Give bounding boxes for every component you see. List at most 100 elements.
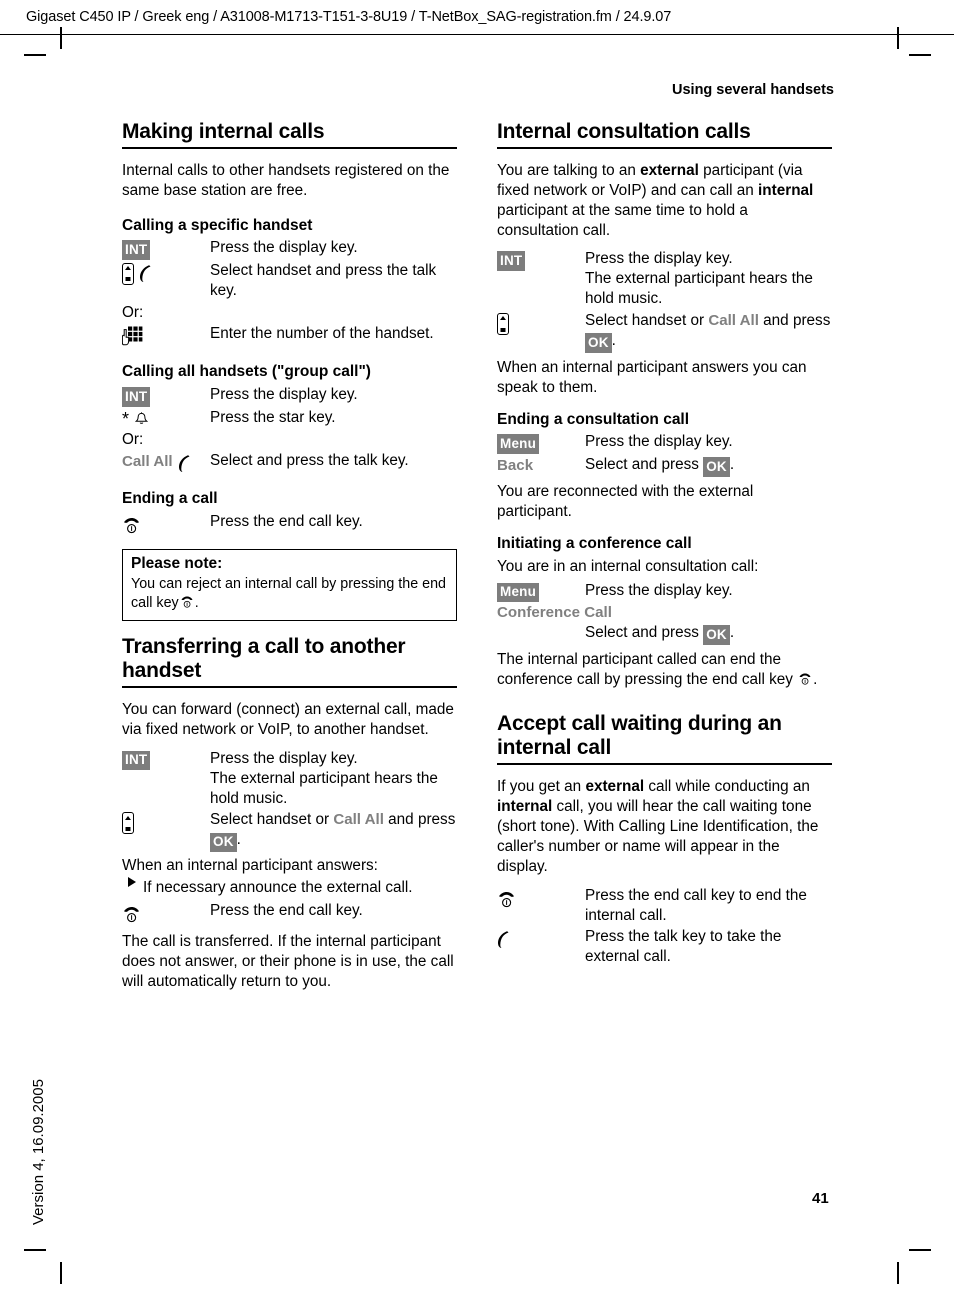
- soft-key-conference-call[interactable]: Conference Call: [497, 604, 612, 621]
- handset-icon: [122, 262, 134, 285]
- heading-transferring-a-call: Transferring a call to another handset: [122, 635, 406, 683]
- note-title: Please note:: [131, 554, 223, 572]
- intro-part-3: participant at the same time to hold a c…: [497, 201, 748, 239]
- please-note-box: Please note: You can reject an internal …: [122, 548, 457, 622]
- key-cell: Call All: [122, 451, 210, 474]
- display-key-ok-badge[interactable]: OK: [210, 832, 237, 853]
- end-call-key-icon: [497, 890, 516, 909]
- step-text-after: .: [729, 623, 735, 641]
- heading-accept-call-waiting: Accept call waiting during an internal c…: [497, 712, 782, 760]
- side-version-note: Version 4, 16.09.2005: [30, 1079, 47, 1225]
- conference-after-text: The internal participant called can end …: [497, 650, 793, 688]
- step-row-transfer-int: INT Press the display key. The external …: [122, 749, 457, 809]
- step-description: Select handset or Call All and press OK.: [210, 810, 457, 853]
- key-cell: Menu: [497, 581, 585, 603]
- key-cell: Menu: [497, 432, 585, 454]
- step-text-after: .: [729, 455, 735, 473]
- transferring-title-rule: [122, 686, 457, 689]
- bell-icon: [135, 411, 149, 426]
- step-text-after: .: [236, 831, 241, 849]
- step-description: Press the star key.: [210, 408, 336, 426]
- step-text-mid: and press: [763, 312, 831, 330]
- header-rule: [0, 34, 954, 35]
- key-cell: [497, 623, 585, 624]
- crop-mark-bottom-left-horizontal: [24, 1249, 46, 1251]
- intro-emphasis-external: external: [640, 161, 699, 179]
- heading-internal-consultation-calls: Internal consultation calls: [497, 120, 751, 143]
- crop-mark-top-right-vertical: [897, 27, 899, 49]
- step-description-line2: The external participant hears the hold …: [210, 769, 438, 807]
- step-description: Press the talk key to take the external …: [585, 928, 782, 966]
- step-description: Select and press OK.: [585, 623, 832, 645]
- star-key-icon: *: [122, 408, 130, 429]
- step-row-consult-int: INT Press the display key. The external …: [497, 249, 832, 309]
- consultation-after-paragraph: When an internal participant answers you…: [497, 358, 807, 396]
- step-text-before: Select and press: [585, 455, 699, 473]
- display-key-ok-badge[interactable]: OK: [703, 457, 730, 477]
- step-row-star-key: * Press the star key.: [122, 408, 457, 428]
- step-description-line2: The external participant hears the hold …: [585, 270, 813, 308]
- key-cell: Back: [497, 455, 585, 476]
- step-row-transfer-end-call: Press the end call key.: [122, 901, 457, 924]
- key-cell: [122, 324, 210, 347]
- step-description: Select and press OK.: [585, 455, 832, 477]
- step-description: Select and press the talk key.: [210, 452, 409, 470]
- step-row-ending-back: Back Select and press OK.: [497, 455, 832, 477]
- end-call-key-icon: [122, 516, 141, 535]
- page-title: Making internal calls: [122, 120, 325, 143]
- soft-key-call-all[interactable]: Call All: [122, 452, 173, 472]
- step-description: Press the end call key to end the intern…: [585, 886, 807, 924]
- display-key-int-badge[interactable]: INT: [497, 251, 526, 271]
- soft-key-call-all[interactable]: Call All: [708, 312, 759, 329]
- step-description: Press the display key. The external part…: [585, 249, 832, 309]
- document-slug: Gigaset C450 IP / Greek eng / A31008-M17…: [26, 9, 672, 25]
- bullet-announce-external-call: If necessary announce the external call.: [128, 877, 457, 898]
- key-cell: INT: [122, 749, 210, 771]
- display-key-int-badge[interactable]: INT: [122, 240, 151, 260]
- transfer-closing-paragraph: The call is transferred. If the internal…: [122, 933, 454, 990]
- running-head: Using several handsets: [672, 82, 834, 98]
- bullet-text: If necessary announce the external call.: [143, 879, 413, 897]
- display-key-menu-badge[interactable]: Menu: [497, 582, 540, 603]
- intro-paragraph: Internal calls to other handsets registe…: [122, 161, 450, 199]
- display-key-ok-badge[interactable]: OK: [585, 333, 612, 353]
- step-text-before: Select and press: [585, 623, 699, 641]
- display-key-menu-badge[interactable]: Menu: [497, 434, 540, 454]
- key-cell: INT: [122, 238, 210, 260]
- heading-calling-specific-handset: Calling a specific handset: [122, 216, 313, 234]
- display-key-ok-badge[interactable]: OK: [703, 625, 730, 645]
- display-key-int-badge[interactable]: INT: [122, 387, 151, 407]
- consultation-title-rule: [497, 146, 832, 149]
- crop-mark-bottom-right-horizontal: [909, 1249, 931, 1251]
- ending-after-paragraph: You are reconnected with the external pa…: [497, 483, 754, 521]
- talk-key-icon: [139, 264, 154, 284]
- step-description: Press the display key.: [585, 581, 733, 599]
- step-description: Select handset and press the talk key.: [210, 261, 437, 299]
- step-description: Select handset or Call All and press OK.: [585, 311, 832, 353]
- soft-key-call-all[interactable]: Call All: [333, 811, 384, 828]
- step-row-transfer-select-handset: Select handset or Call All and press OK.: [122, 810, 457, 853]
- end-call-key-icon: [797, 672, 813, 686]
- crop-mark-top-right-horizontal: [909, 54, 931, 56]
- step-row-int-display-key: INT Press the display key.: [122, 238, 457, 260]
- crop-mark-bottom-left-vertical: [60, 1262, 62, 1284]
- step-row-end-call-key: Press the end call key.: [122, 512, 457, 535]
- consultation-intro: You are talking to an external participa…: [497, 161, 832, 241]
- step-row-conference-select: Select and press OK.: [497, 623, 832, 645]
- heading-ending-consultation-call: Ending a consultation call: [497, 410, 690, 428]
- accept-title-rule: [497, 763, 832, 766]
- key-cell: [497, 311, 585, 336]
- soft-key-back[interactable]: Back: [497, 456, 533, 476]
- display-key-int-badge[interactable]: INT: [122, 750, 151, 771]
- heading-calling-all-handsets: Calling all handsets ("group call"): [122, 363, 371, 381]
- handset-icon: [122, 812, 134, 835]
- accept-intro: If you get an external call while conduc…: [497, 777, 832, 876]
- handset-icon: [497, 313, 509, 336]
- step-row-ending-menu: Menu Press the display key.: [497, 432, 832, 454]
- step-row-call-all-talk: Call All Select and press the talk key.: [122, 451, 457, 474]
- intro-emphasis-internal: internal: [758, 181, 814, 199]
- page-number: 41: [812, 1190, 829, 1207]
- step-text-before: Select handset or: [585, 312, 705, 330]
- accept-emphasis-external: external: [585, 778, 645, 796]
- key-cell: [122, 261, 210, 285]
